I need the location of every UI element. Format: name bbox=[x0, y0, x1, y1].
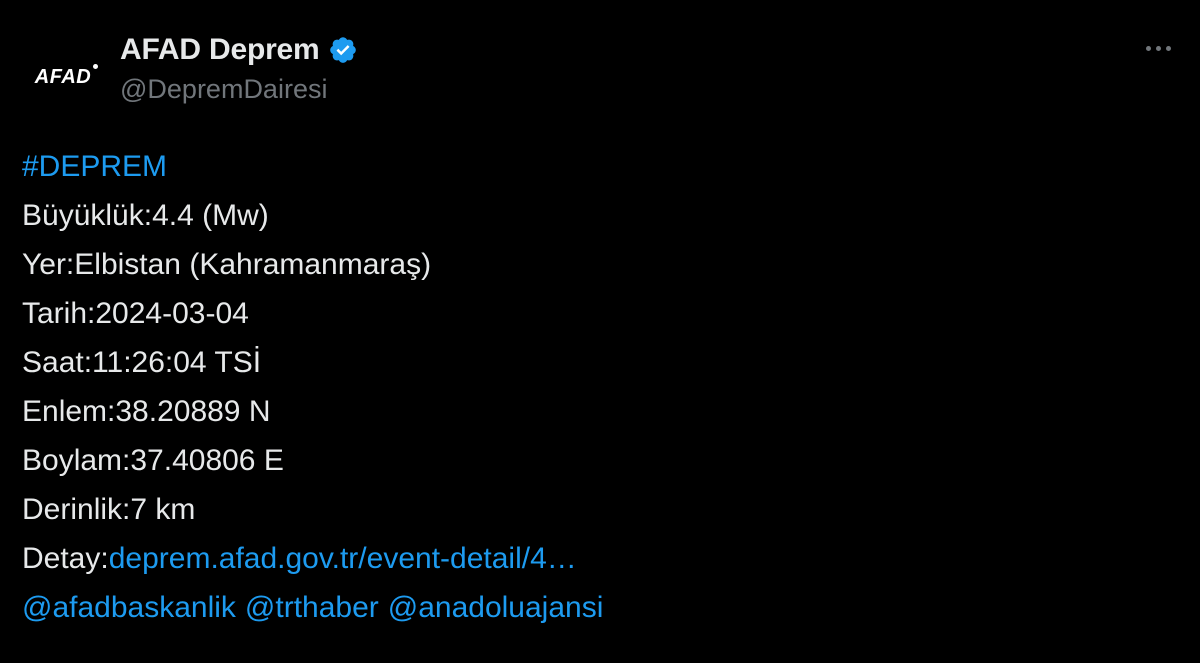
mention-link[interactable]: @anadoluajansi bbox=[388, 591, 604, 624]
more-options-icon[interactable] bbox=[1140, 34, 1176, 62]
longitude-line: Boylam:37.40806 E bbox=[22, 444, 284, 477]
location-line: Yer:Elbistan (Kahramanmaraş) bbox=[22, 248, 432, 281]
more-dot bbox=[1165, 45, 1171, 51]
depth-line: Derinlik:7 km bbox=[22, 493, 196, 526]
magnitude-line: Büyüklük:4.4 (Mw) bbox=[22, 199, 269, 232]
verified-badge-icon[interactable] bbox=[328, 35, 358, 65]
time-line: Saat:11:26:04 TSİ bbox=[22, 346, 262, 379]
more-dot bbox=[1155, 45, 1161, 51]
date-line: Tarih:2024-03-04 bbox=[22, 297, 249, 330]
latitude-line: Enlem:38.20889 N bbox=[22, 395, 271, 428]
more-dot bbox=[1145, 45, 1151, 51]
detail-link[interactable]: deprem.afad.gov.tr/event-detail/4… bbox=[109, 542, 577, 575]
author-handle[interactable]: @DepremDairesi bbox=[120, 74, 327, 105]
mentions-line: @afadbaskanlik @trthaber @anadoluajansi bbox=[22, 583, 1172, 632]
mention-link[interactable]: @trthaber bbox=[245, 591, 379, 624]
hashtag-link[interactable]: #DEPREM bbox=[22, 150, 167, 183]
detail-line: Detay:deprem.afad.gov.tr/event-detail/4… bbox=[22, 534, 1172, 583]
logo-dot bbox=[93, 63, 99, 69]
author-name-row: AFAD Deprem bbox=[120, 30, 358, 70]
mention-link[interactable]: @afadbaskanlik bbox=[22, 591, 236, 624]
tweet-card: AFAD AFAD Deprem @DepremDairesi #DEPREM … bbox=[0, 0, 1200, 663]
afad-logo: AFAD bbox=[35, 63, 99, 89]
display-name[interactable]: AFAD Deprem bbox=[120, 33, 320, 67]
tweet-text: #DEPREM Büyüklük:4.4 (Mw) Yer:Elbistan (… bbox=[22, 142, 1172, 632]
avatar[interactable]: AFAD bbox=[22, 36, 104, 118]
detail-label: Detay: bbox=[22, 542, 109, 575]
